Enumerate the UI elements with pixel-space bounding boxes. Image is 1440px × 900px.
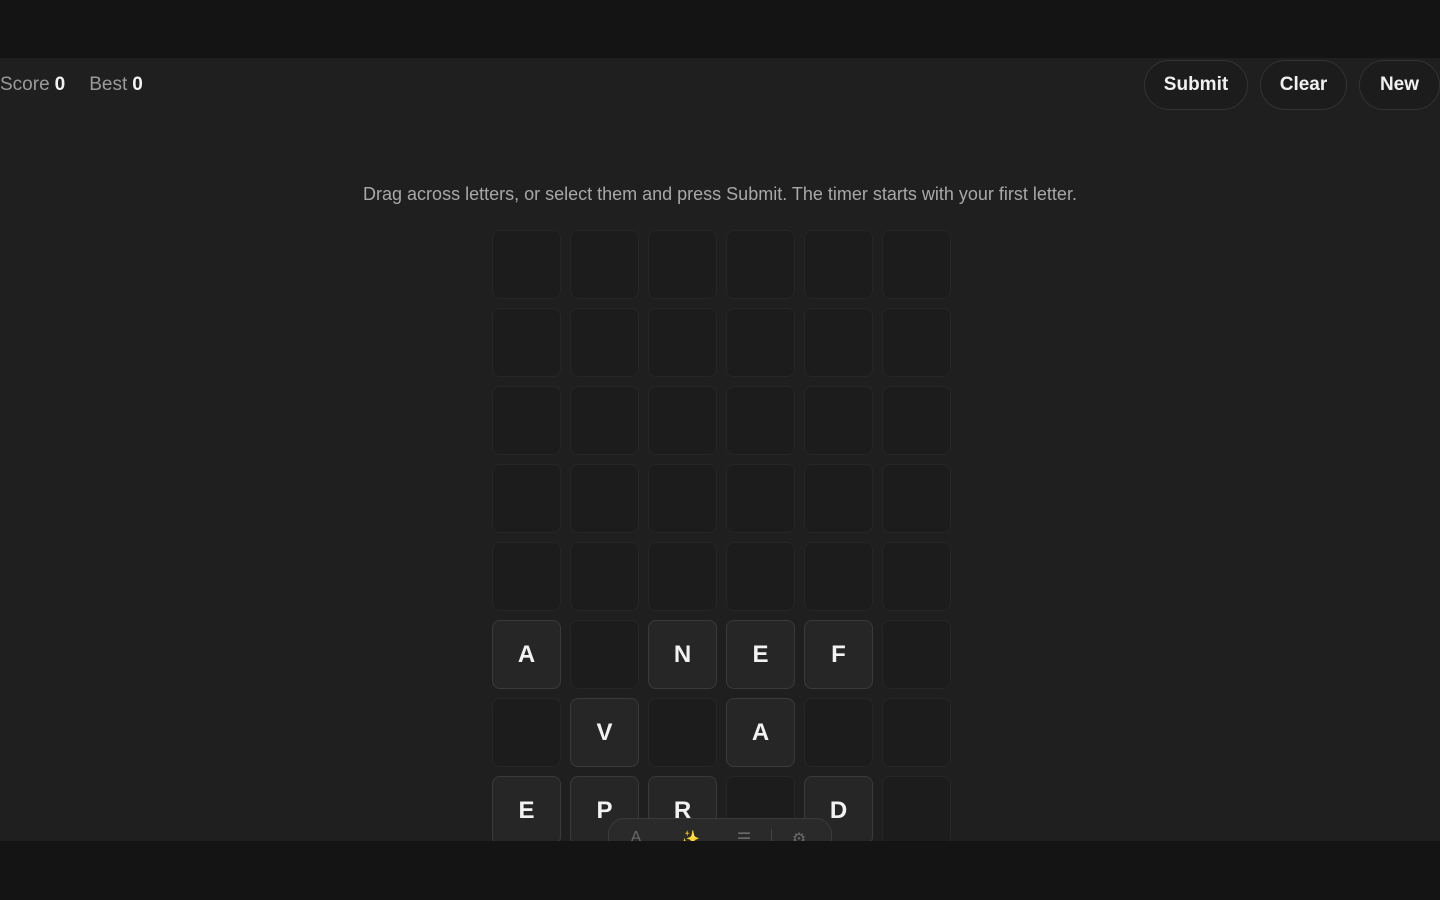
empty-cell bbox=[726, 308, 795, 377]
top-bar bbox=[0, 0, 1440, 58]
best-stat: Best 0 bbox=[89, 74, 143, 96]
empty-cell bbox=[882, 620, 951, 689]
instructions-text: Drag across letters, or select them and … bbox=[363, 184, 1077, 204]
empty-cell bbox=[882, 698, 951, 767]
empty-cell bbox=[570, 542, 639, 611]
empty-cell bbox=[492, 698, 561, 767]
empty-cell bbox=[726, 386, 795, 455]
letter-tile[interactable]: A bbox=[726, 698, 795, 767]
empty-cell bbox=[570, 230, 639, 299]
bottom-bar bbox=[0, 841, 1440, 900]
empty-cell bbox=[882, 230, 951, 299]
empty-cell bbox=[570, 308, 639, 377]
score-value: 0 bbox=[54, 74, 66, 95]
score-label: Score bbox=[0, 74, 50, 95]
letter-board: ANEFVAEPRD bbox=[492, 230, 951, 841]
empty-cell bbox=[648, 230, 717, 299]
best-label: Best bbox=[89, 74, 128, 95]
letter-tile[interactable]: F bbox=[804, 620, 873, 689]
letter-tile[interactable]: E bbox=[492, 776, 561, 841]
empty-cell bbox=[726, 464, 795, 533]
letter-tile[interactable]: N bbox=[648, 620, 717, 689]
score-stat: Score 0 bbox=[0, 74, 65, 96]
best-value: 0 bbox=[132, 74, 143, 95]
empty-cell bbox=[804, 230, 873, 299]
empty-cell bbox=[882, 542, 951, 611]
action-buttons: Submit Clear New bbox=[1132, 60, 1440, 110]
empty-cell bbox=[804, 464, 873, 533]
empty-cell bbox=[648, 308, 717, 377]
empty-cell bbox=[648, 464, 717, 533]
letter-tile[interactable]: V bbox=[570, 698, 639, 767]
empty-cell bbox=[492, 230, 561, 299]
empty-cell bbox=[492, 464, 561, 533]
empty-cell bbox=[726, 230, 795, 299]
letter-icon[interactable]: A bbox=[609, 829, 663, 841]
empty-cell bbox=[648, 698, 717, 767]
empty-cell bbox=[570, 386, 639, 455]
empty-cell bbox=[882, 776, 951, 841]
letter-tile[interactable]: E bbox=[726, 620, 795, 689]
game-area: Score 0 Best 0 Submit Clear New Drag acr… bbox=[0, 58, 1440, 841]
empty-cell bbox=[804, 542, 873, 611]
letter-tile[interactable]: A bbox=[492, 620, 561, 689]
empty-cell bbox=[492, 308, 561, 377]
empty-cell bbox=[882, 308, 951, 377]
empty-cell bbox=[570, 620, 639, 689]
empty-cell bbox=[648, 542, 717, 611]
empty-cell bbox=[492, 542, 561, 611]
empty-cell bbox=[804, 308, 873, 377]
bottom-dock: A ✨ ☰ ⚙ bbox=[608, 818, 832, 841]
empty-cell bbox=[570, 464, 639, 533]
empty-cell bbox=[804, 386, 873, 455]
stats-bar: Score 0 Best 0 bbox=[0, 74, 167, 96]
clean-icon[interactable]: ✨ bbox=[663, 829, 717, 841]
empty-cell bbox=[882, 386, 951, 455]
empty-cell bbox=[492, 386, 561, 455]
submit-button[interactable]: Submit bbox=[1144, 60, 1248, 110]
empty-cell bbox=[882, 464, 951, 533]
empty-cell bbox=[648, 386, 717, 455]
empty-cell bbox=[804, 698, 873, 767]
list-icon[interactable]: ☰ bbox=[717, 829, 771, 841]
empty-cell bbox=[726, 542, 795, 611]
clear-button[interactable]: Clear bbox=[1260, 60, 1347, 110]
settings-icon[interactable]: ⚙ bbox=[772, 829, 826, 841]
new-game-button[interactable]: New bbox=[1359, 60, 1440, 110]
